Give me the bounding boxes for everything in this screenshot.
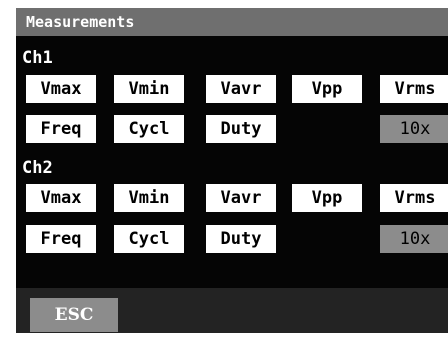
footer-bar: ESC bbox=[16, 288, 448, 333]
ch1-duty-button[interactable]: Duty bbox=[206, 115, 276, 143]
ch2-cycl-button[interactable]: Cycl bbox=[114, 225, 184, 253]
ch2-freq-button[interactable]: Freq bbox=[26, 225, 96, 253]
ch1-vavr-button[interactable]: Vavr bbox=[206, 75, 276, 103]
ch2-vrms-button[interactable]: Vrms bbox=[380, 184, 448, 212]
ch2-duty-button[interactable]: Duty bbox=[206, 225, 276, 253]
ch2-vpp-button[interactable]: Vpp bbox=[292, 184, 362, 212]
ch1-vrms-button[interactable]: Vrms bbox=[380, 75, 448, 103]
measurements-panel: Measurements Ch1 Vmax Vmin Vavr Vpp Vrms… bbox=[16, 8, 448, 333]
ch1-vmax-button[interactable]: Vmax bbox=[26, 75, 96, 103]
ch1-vmin-button[interactable]: Vmin bbox=[114, 75, 184, 103]
title-bar: Measurements bbox=[16, 8, 448, 36]
channel-1-label: Ch1 bbox=[22, 48, 53, 68]
ch2-vavr-button[interactable]: Vavr bbox=[206, 184, 276, 212]
ch2-probe-button[interactable]: 10x bbox=[380, 225, 448, 253]
ch2-vmax-button[interactable]: Vmax bbox=[26, 184, 96, 212]
ch1-freq-button[interactable]: Freq bbox=[26, 115, 96, 143]
ch1-cycl-button[interactable]: Cycl bbox=[114, 115, 184, 143]
ch2-vmin-button[interactable]: Vmin bbox=[114, 184, 184, 212]
esc-button[interactable]: ESC bbox=[30, 298, 118, 332]
channel-2-label: Ch2 bbox=[22, 158, 53, 178]
ch1-probe-button[interactable]: 10x bbox=[380, 115, 448, 143]
ch1-vpp-button[interactable]: Vpp bbox=[292, 75, 362, 103]
screen: Measurements Ch1 Vmax Vmin Vavr Vpp Vrms… bbox=[0, 0, 448, 340]
